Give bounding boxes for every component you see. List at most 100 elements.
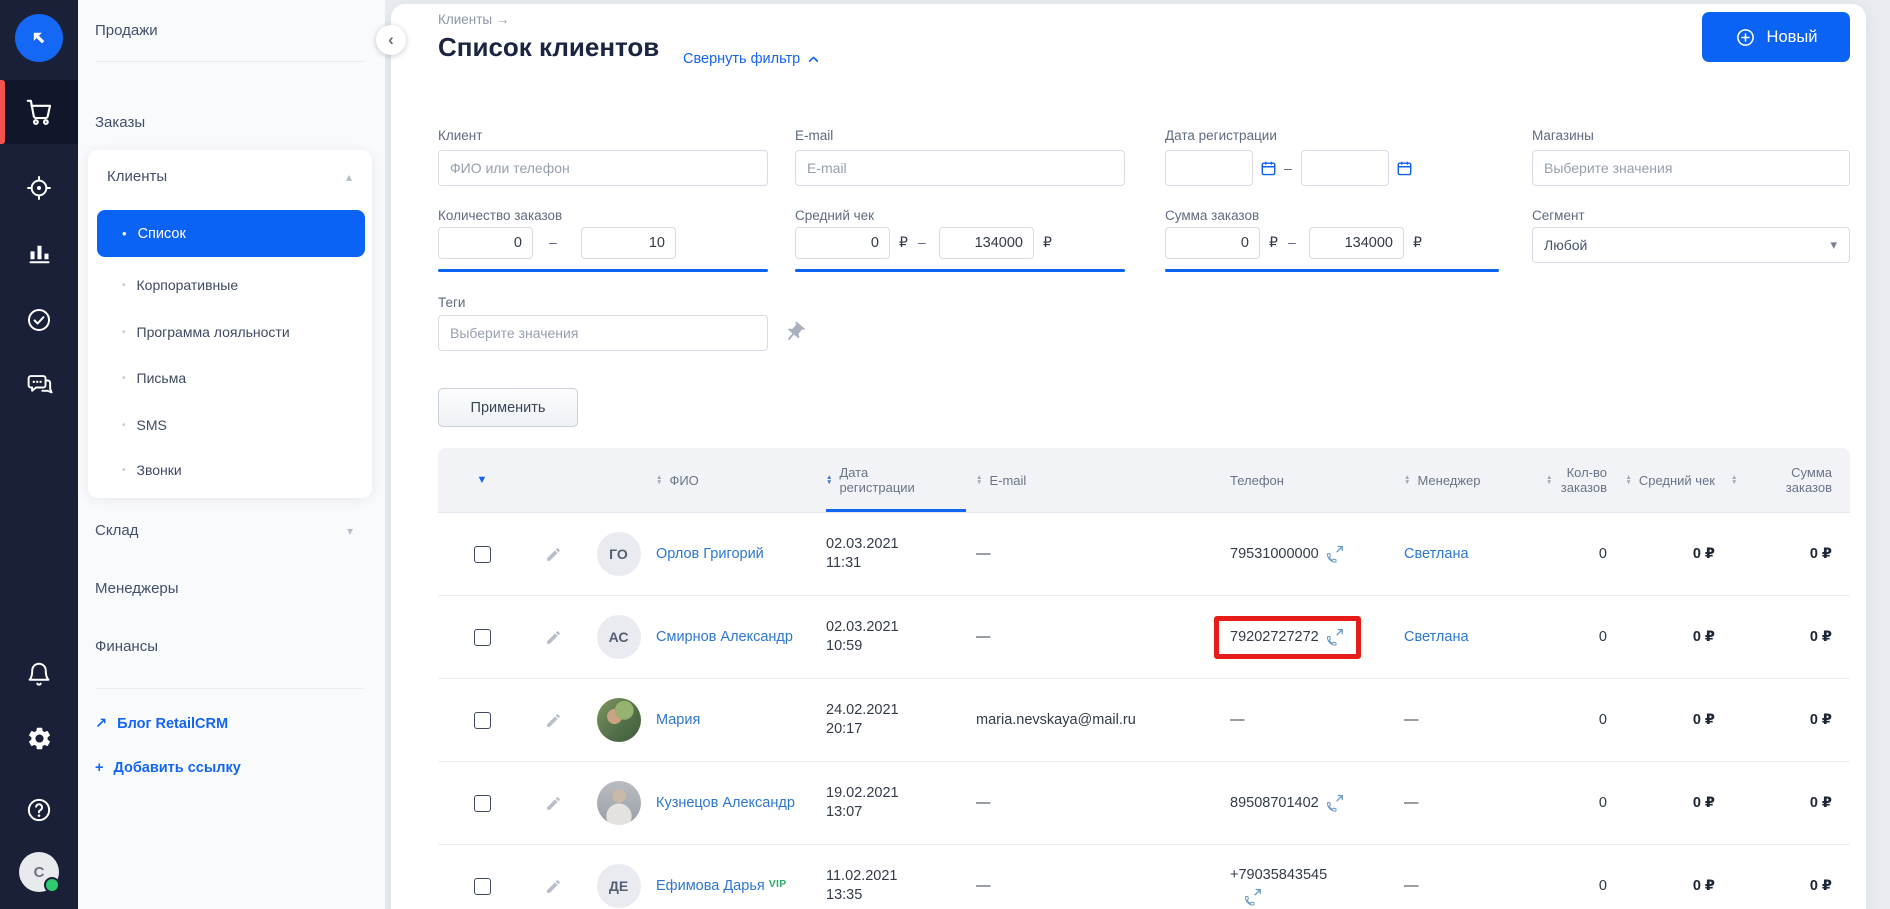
sidebar-item-letters[interactable]: • Письма [88, 358, 372, 398]
call-icon[interactable] [1326, 628, 1345, 647]
rail-item-notifications[interactable] [0, 648, 78, 700]
avatar-initials[interactable]: АС [597, 615, 641, 659]
email-filter-input[interactable] [795, 150, 1125, 186]
orders-sum-from-input[interactable] [1165, 227, 1260, 259]
avatar-photo[interactable] [597, 698, 641, 742]
column-header-avg-check[interactable]: ▲▼ Средний чек [1621, 448, 1731, 512]
new-client-button[interactable]: Новый [1702, 12, 1850, 62]
column-header-email[interactable]: ▲▼ E-mail [966, 448, 1216, 512]
breadcrumb-label[interactable]: Клиенты [438, 12, 492, 27]
currency-sign: ₽ [1269, 234, 1278, 251]
sidebar-collapse-button[interactable]: ‹ [376, 25, 406, 55]
pencil-icon[interactable] [545, 712, 562, 729]
client-name-link[interactable]: Мария [656, 712, 700, 728]
user-avatar[interactable]: C [19, 852, 59, 892]
avatar-initials[interactable]: ГО [597, 532, 641, 576]
pencil-icon[interactable] [545, 629, 562, 646]
sort-icon[interactable]: ▲▼ [826, 475, 832, 486]
column-header-orders-count[interactable]: ▲▼ Кол-во заказов [1546, 448, 1621, 512]
sidebar-item-clients[interactable]: Клиенты [107, 168, 167, 185]
row-checkbox[interactable] [474, 878, 491, 895]
rail-item-help[interactable] [0, 786, 78, 834]
sidebar-item-managers[interactable]: Менеджеры [95, 580, 179, 597]
orders-sum-slider[interactable] [1165, 269, 1499, 272]
sidebar-item-finance[interactable]: Финансы [95, 638, 158, 655]
retailcrm-logo[interactable] [15, 14, 63, 62]
rail-item-tasks[interactable] [0, 292, 78, 348]
add-link-button[interactable]: + Добавить ссылку [95, 760, 241, 776]
orders-count-slider[interactable] [438, 269, 768, 272]
column-header-reg-date[interactable]: ▲▼ Дата регистрации [826, 448, 966, 512]
shops-filter-input[interactable] [1532, 150, 1850, 186]
column-header-orders-sum[interactable]: ▲▼ Сумма заказов [1731, 448, 1850, 512]
chevron-down-icon[interactable]: ▾ [347, 524, 353, 538]
rail-item-orders[interactable] [0, 80, 78, 144]
sidebar-item-calls[interactable]: • Звонки [88, 450, 372, 490]
call-icon[interactable] [1244, 888, 1263, 907]
tags-filter-input[interactable] [438, 315, 768, 351]
row-checkbox[interactable] [474, 546, 491, 563]
call-icon[interactable] [1326, 794, 1345, 813]
blog-link[interactable]: ↗ Блог RetailCRM [95, 716, 228, 732]
sidebar-item-client-list[interactable]: • Список [97, 210, 365, 257]
sidebar-item-orders[interactable]: Заказы [95, 114, 145, 131]
calendar-icon[interactable] [1396, 160, 1413, 177]
reg-date-from-input[interactable] [1165, 150, 1253, 186]
apply-filter-button[interactable]: Применить [438, 388, 578, 427]
column-header-manager[interactable]: ▲▼ Менеджер [1391, 448, 1546, 512]
pencil-icon[interactable] [545, 546, 562, 563]
rail-item-chats[interactable] [0, 356, 78, 412]
rail-item-settings[interactable] [0, 712, 78, 764]
row-checkbox-cell [438, 546, 526, 563]
pin-icon[interactable] [783, 321, 806, 344]
sidebar-item-sms[interactable]: • SMS [88, 405, 372, 445]
reg-date-to-input[interactable] [1301, 150, 1389, 186]
sort-icon[interactable]: ▲▼ [1625, 475, 1631, 486]
avatar-photo[interactable] [597, 781, 641, 825]
filter-label-reg-date: Дата регистрации [1165, 128, 1277, 143]
column-header-label: E-mail [989, 473, 1026, 488]
manager-link[interactable]: Светлана [1404, 546, 1469, 562]
orders-count-to-input[interactable] [581, 227, 676, 259]
sidebar-item-loyalty[interactable]: • Программа лояльности [88, 312, 372, 352]
avatar-initials[interactable]: ДЕ [597, 864, 641, 908]
rail-item-delivery[interactable] [0, 160, 78, 216]
sort-icon[interactable]: ▲▼ [976, 475, 982, 486]
row-checkbox[interactable] [474, 629, 491, 646]
row-checkbox[interactable] [474, 712, 491, 729]
avg-check-to-input[interactable] [939, 227, 1034, 259]
table-row: ДЕ Ефимова ДарьяVIP 11.02.202113:35 — +7… [438, 845, 1850, 909]
column-header-fio[interactable]: ▲▼ ФИО [656, 448, 826, 512]
sort-icon[interactable]: ▲▼ [1546, 475, 1552, 486]
pencil-icon[interactable] [545, 878, 562, 895]
segment-select[interactable]: Любой ▾ [1532, 227, 1850, 263]
sidebar-item-warehouse[interactable]: Склад [95, 522, 138, 539]
rail-item-analytics[interactable] [0, 224, 78, 280]
avg-check-slider[interactable] [795, 269, 1125, 272]
client-name-link[interactable]: Кузнецов Александр [656, 795, 795, 811]
client-filter-input[interactable] [438, 150, 768, 186]
calendar-icon[interactable] [1260, 160, 1277, 177]
sort-icon[interactable]: ▲▼ [1404, 475, 1410, 486]
bulk-actions-dropdown[interactable]: ▼ [438, 448, 526, 512]
sidebar-item-corporate[interactable]: • Корпоративные [88, 265, 372, 305]
client-name-link[interactable]: Смирнов Александр [656, 629, 793, 645]
breadcrumb[interactable]: Клиенты → [438, 12, 509, 27]
collapse-filter-link[interactable]: Свернуть фильтр [683, 51, 820, 67]
manager-link[interactable]: Светлана [1404, 629, 1469, 645]
orders-sum-to-input[interactable] [1309, 227, 1404, 259]
column-header-phone: Телефон [1216, 448, 1391, 512]
orders-count-from-input[interactable] [438, 227, 533, 259]
row-checkbox[interactable] [474, 795, 491, 812]
reg-date: 24.02.2021 [826, 701, 966, 720]
sort-icon[interactable]: ▲▼ [656, 475, 662, 486]
client-name-link[interactable]: Орлов Григорий [656, 546, 764, 562]
avg-check-from-input[interactable] [795, 227, 890, 259]
pencil-icon[interactable] [545, 795, 562, 812]
sort-icon[interactable]: ▲▼ [1731, 475, 1737, 486]
chevron-up-icon[interactable]: ▴ [346, 170, 352, 184]
sidebar-item-sales[interactable]: Продажи [95, 22, 158, 39]
client-name-link[interactable]: Ефимова Дарья [656, 878, 765, 894]
call-icon[interactable] [1326, 545, 1345, 564]
column-header-label: Кол-во заказов [1559, 465, 1607, 495]
